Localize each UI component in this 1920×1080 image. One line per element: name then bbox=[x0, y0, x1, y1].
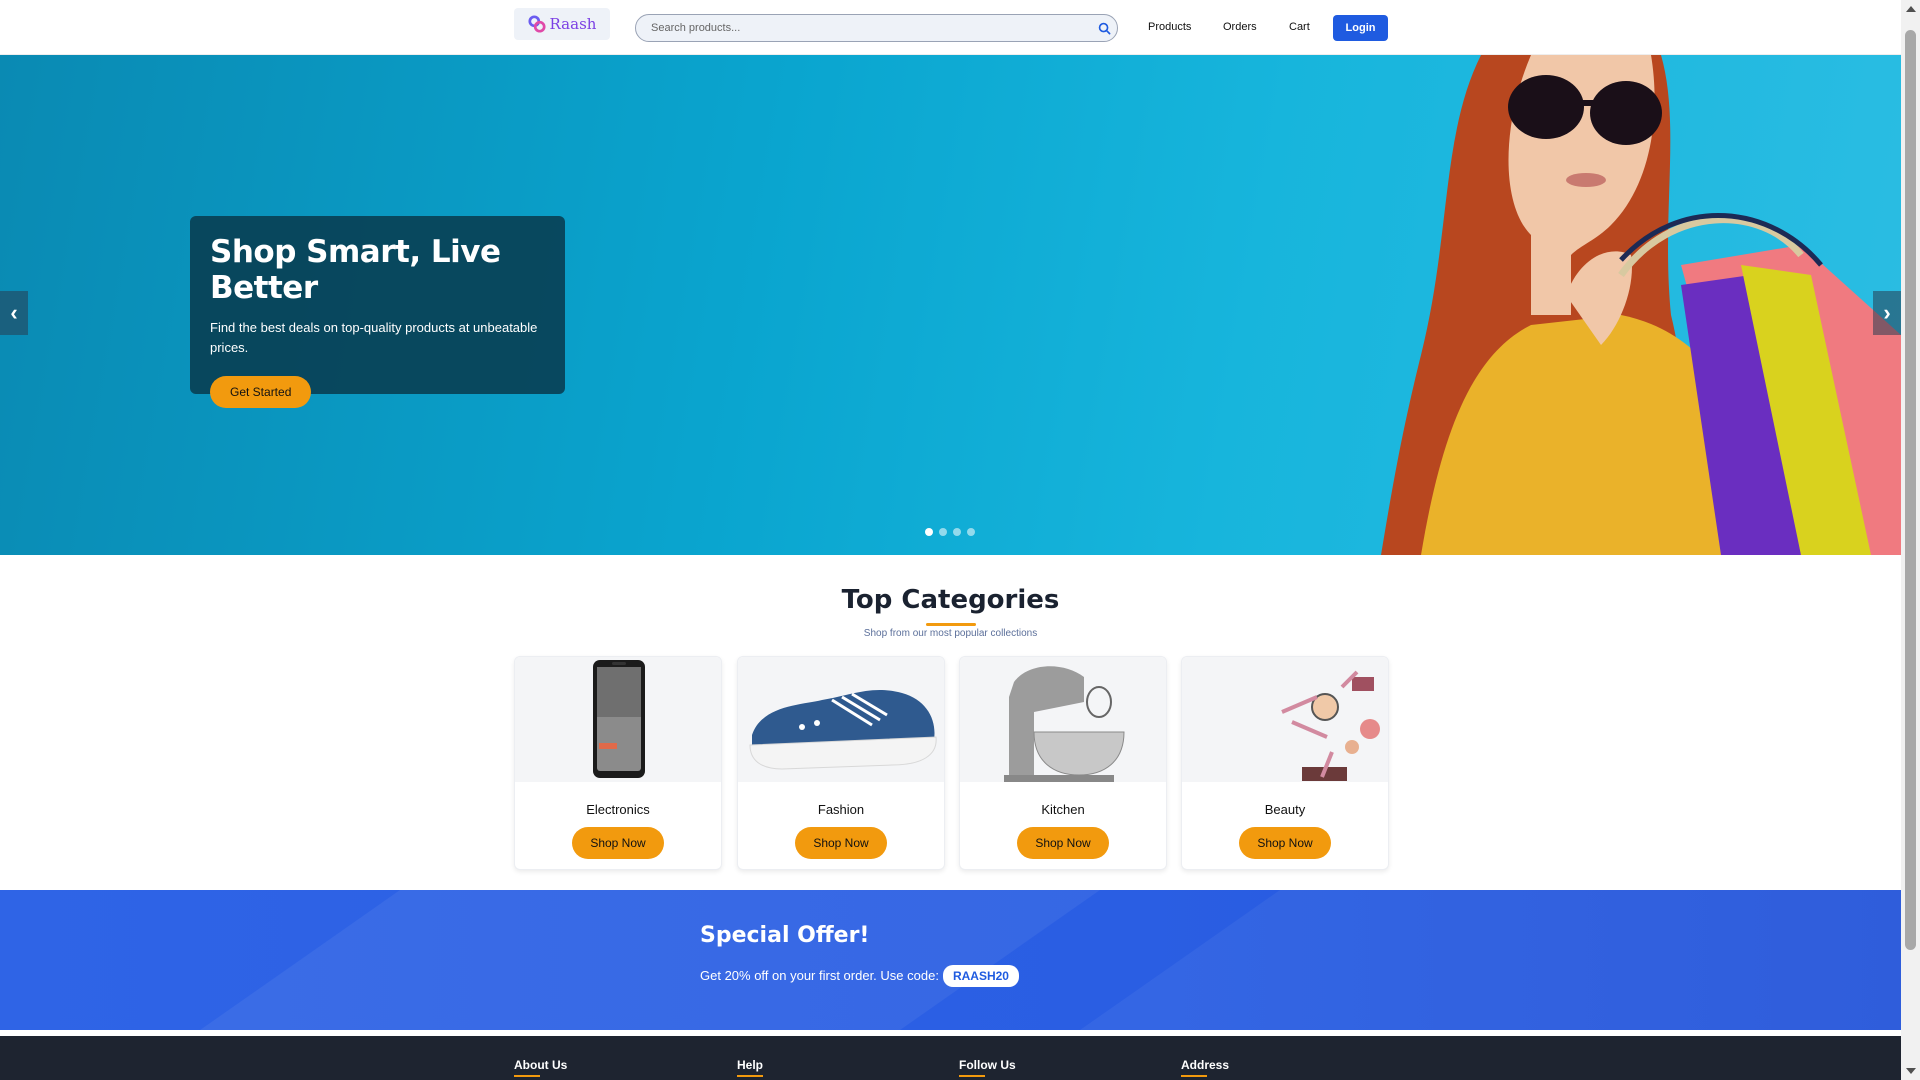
logo-text: Raash bbox=[549, 15, 597, 33]
kitchen-image bbox=[960, 657, 1166, 782]
decorative-stripe bbox=[200, 890, 1100, 1030]
carousel-dot-3[interactable] bbox=[953, 528, 961, 536]
shop-now-button[interactable]: Shop Now bbox=[795, 827, 887, 859]
category-name: Fashion bbox=[817, 802, 865, 817]
page: Raash Products Orders Cart Login bbox=[0, 0, 1901, 1080]
promo-code-badge: RAASH20 bbox=[942, 965, 1019, 987]
decorative-stripe bbox=[1080, 890, 1901, 1030]
offer-title: Special Offer! bbox=[700, 923, 870, 948]
site-logo[interactable]: Raash bbox=[514, 8, 610, 40]
scroll-down-arrow-icon[interactable] bbox=[1906, 1068, 1916, 1074]
footer-heading-follow: Follow Us bbox=[959, 1058, 1016, 1072]
footer-heading-address: Address bbox=[1181, 1058, 1230, 1072]
site-footer: About Us Help Follow Us Address bbox=[0, 1036, 1901, 1080]
category-name: Electronics bbox=[586, 802, 650, 817]
carousel-dot-4[interactable] bbox=[967, 528, 975, 536]
shop-now-button[interactable]: Shop Now bbox=[1239, 827, 1331, 859]
carousel-next-button[interactable]: › bbox=[1873, 291, 1901, 335]
offer-description: Get 20% off on your first order. Use cod… bbox=[700, 968, 939, 983]
carousel-dot-1[interactable] bbox=[925, 528, 933, 536]
get-started-button[interactable]: Get Started bbox=[210, 376, 312, 408]
scrollbar-thumb[interactable] bbox=[1905, 30, 1916, 950]
top-navbar: Raash Products Orders Cart Login bbox=[0, 0, 1901, 55]
electronics-image bbox=[515, 657, 721, 782]
category-card-electronics[interactable]: Electronics Shop Now bbox=[514, 656, 722, 870]
carousel-dot-2[interactable] bbox=[939, 528, 947, 536]
scroll-up-arrow-icon[interactable] bbox=[1906, 6, 1916, 12]
footer-heading-help: Help bbox=[737, 1058, 764, 1072]
beauty-image bbox=[1182, 657, 1388, 782]
fashion-image bbox=[738, 657, 944, 782]
nav-products[interactable]: Products bbox=[1148, 16, 1191, 38]
category-name: Beauty bbox=[1264, 802, 1306, 817]
categories-title: Top Categories bbox=[841, 585, 1060, 615]
hero-promo-card: Shop Smart, Live Better Find the best de… bbox=[190, 216, 565, 408]
footer-underline bbox=[514, 1075, 540, 1077]
footer-underline bbox=[959, 1075, 985, 1077]
login-button[interactable]: Login bbox=[1333, 15, 1388, 41]
title-underline bbox=[926, 623, 976, 626]
hero-model-image bbox=[1381, 55, 1901, 555]
footer-heading-about: About Us bbox=[514, 1058, 568, 1072]
shop-now-button[interactable]: Shop Now bbox=[1017, 827, 1109, 859]
nav-orders[interactable]: Orders bbox=[1223, 16, 1257, 38]
hero-subtitle: Find the best deals on top-quality produ… bbox=[210, 320, 538, 355]
search-icon[interactable] bbox=[1091, 15, 1117, 41]
search-input[interactable] bbox=[636, 15, 1091, 41]
search-bar bbox=[635, 14, 1118, 42]
nav-cart[interactable]: Cart bbox=[1289, 16, 1310, 38]
carousel-indicators bbox=[925, 528, 975, 536]
shop-now-button[interactable]: Shop Now bbox=[572, 827, 664, 859]
footer-underline bbox=[1181, 1075, 1207, 1077]
page-scrollbar[interactable] bbox=[1901, 0, 1920, 1080]
hero-title: Shop Smart, Live Better bbox=[210, 234, 501, 306]
hero-carousel: Shop Smart, Live Better Find the best de… bbox=[0, 55, 1901, 555]
category-card-fashion[interactable]: Fashion Shop Now bbox=[737, 656, 945, 870]
category-card-beauty[interactable]: Beauty Shop Now bbox=[1181, 656, 1389, 870]
carousel-prev-button[interactable]: ‹ bbox=[0, 291, 28, 335]
footer-underline bbox=[737, 1075, 763, 1077]
category-name: Kitchen bbox=[1041, 802, 1085, 817]
special-offer-banner: Special Offer! Get 20% off on your first… bbox=[0, 890, 1901, 1030]
category-card-kitchen[interactable]: Kitchen Shop Now bbox=[959, 656, 1167, 870]
offer-text: Get 20% off on your first order. Use cod… bbox=[700, 965, 1019, 987]
categories-subtitle: Shop from our most popular collections bbox=[863, 628, 1038, 639]
logo-mark-icon bbox=[527, 15, 546, 33]
